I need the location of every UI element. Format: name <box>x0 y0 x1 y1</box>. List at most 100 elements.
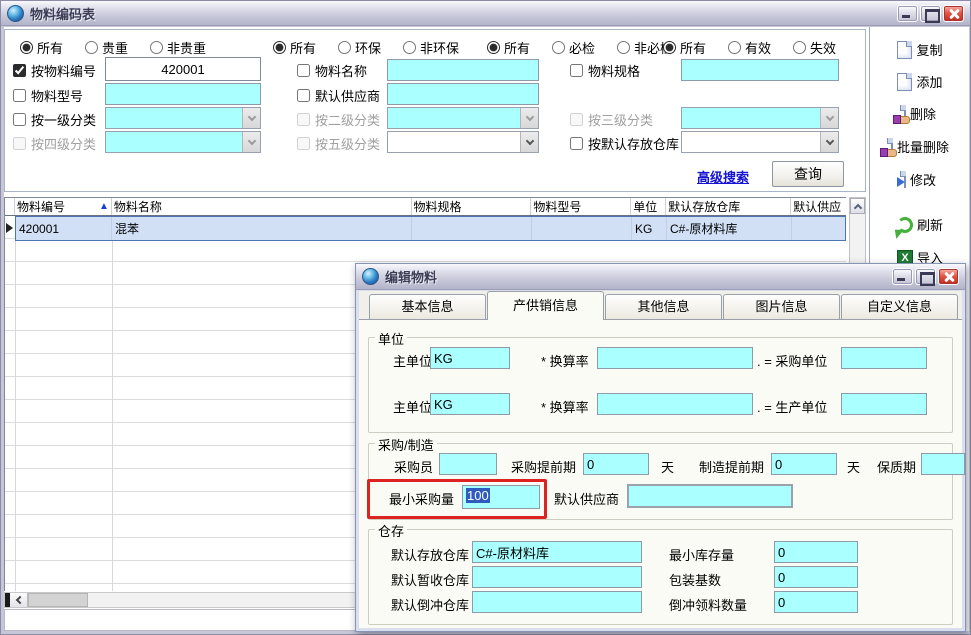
radio-invalid[interactable]: 失效 <box>793 38 836 57</box>
radio-icon[interactable] <box>793 41 806 54</box>
buyer-input[interactable] <box>439 453 497 475</box>
col-material-model[interactable]: 物料型号 <box>531 198 631 215</box>
refresh-button[interactable]: 刷新 <box>870 215 970 234</box>
check-by-material-code[interactable]: 按物料编号 <box>13 61 96 80</box>
material-spec-input[interactable] <box>681 59 839 81</box>
radio-not-valuable[interactable]: 非贵重 <box>150 38 206 57</box>
temp-receive-warehouse-input[interactable] <box>472 566 642 588</box>
production-rate-input[interactable] <box>597 393 753 415</box>
tab-picture-info[interactable]: 图片信息 <box>723 294 840 319</box>
material-name-input[interactable] <box>387 59 539 81</box>
modify-button[interactable]: 修改 <box>870 170 970 189</box>
purchase-lead-input[interactable] <box>583 453 649 475</box>
radio-all-1[interactable]: 所有 <box>20 38 63 57</box>
check-level3-category[interactable]: 按三级分类 <box>570 110 653 129</box>
radio-icon[interactable] <box>20 41 33 54</box>
radio-all-3[interactable]: 所有 <box>487 38 530 57</box>
purchase-rate-input[interactable] <box>597 347 753 369</box>
checkbox[interactable] <box>570 137 583 150</box>
dialog-close-button[interactable] <box>938 268 959 285</box>
advanced-search-link[interactable]: 高级搜索 <box>697 167 749 186</box>
check-material-model[interactable]: 物料型号 <box>13 86 83 105</box>
level5-category-dropdown[interactable] <box>387 131 539 153</box>
col-default-supplier[interactable]: 默认供应 <box>791 198 846 215</box>
material-code-input[interactable] <box>105 57 261 81</box>
min-stock-input[interactable] <box>774 541 858 563</box>
checkbox[interactable] <box>13 89 26 102</box>
min-purchase-input[interactable]: 100 <box>462 485 540 509</box>
tab-custom-info[interactable]: 自定义信息 <box>841 294 958 319</box>
dialog-maximize-button[interactable] <box>915 268 936 285</box>
check-default-warehouse[interactable]: 按默认存放仓库 <box>570 134 679 153</box>
col-material-name[interactable]: 物料名称 <box>112 198 412 215</box>
radio-icon[interactable] <box>552 41 565 54</box>
col-unit[interactable]: 单位 <box>631 198 666 215</box>
check-level5-category[interactable]: 按五级分类 <box>297 134 380 153</box>
check-material-spec[interactable]: 物料规格 <box>570 61 640 80</box>
radio-icon[interactable] <box>487 41 500 54</box>
radio-icon[interactable] <box>150 41 163 54</box>
hscroll-thumb[interactable] <box>28 593 88 607</box>
level1-category-dropdown[interactable] <box>105 107 261 129</box>
shelf-life-input[interactable] <box>921 453 965 475</box>
chevron-down-icon[interactable] <box>520 132 538 152</box>
main-unit-input-1[interactable] <box>430 347 510 369</box>
backflush-qty-input[interactable] <box>774 591 858 613</box>
radio-icon[interactable] <box>403 41 416 54</box>
radio-not-eco[interactable]: 非环保 <box>403 38 459 57</box>
maximize-button[interactable] <box>920 5 941 22</box>
check-default-supplier[interactable]: 默认供应商 <box>297 86 380 105</box>
check-level4-category[interactable]: 按四级分类 <box>13 134 96 153</box>
radio-eco[interactable]: 环保 <box>338 38 381 57</box>
radio-all-2[interactable]: 所有 <box>273 38 316 57</box>
col-material-spec[interactable]: 物料规格 <box>412 198 532 215</box>
delete-button[interactable]: 删除 <box>870 104 970 123</box>
radio-must-inspect[interactable]: 必检 <box>552 38 595 57</box>
checkbox[interactable] <box>570 64 583 77</box>
scroll-left-button[interactable] <box>10 593 28 607</box>
checkbox[interactable] <box>297 89 310 102</box>
radio-icon[interactable] <box>85 41 98 54</box>
main-titlebar[interactable]: 物料编码表 <box>1 1 970 26</box>
main-unit-input-2[interactable] <box>430 393 510 415</box>
tab-other-info[interactable]: 其他信息 <box>605 294 722 319</box>
add-button[interactable]: 添加 <box>870 72 970 91</box>
radio-valid[interactable]: 有效 <box>728 38 771 57</box>
checkbox[interactable] <box>297 64 310 77</box>
default-supplier-input[interactable] <box>387 83 539 105</box>
batch-delete-button[interactable]: 批量删除 <box>870 137 970 156</box>
tab-supply-info[interactable]: 产供销信息 <box>487 291 604 320</box>
radio-icon[interactable] <box>617 41 630 54</box>
tab-basic-info[interactable]: 基本信息 <box>369 294 486 319</box>
table-row[interactable]: 420001 混苯 KG C#-原材料库 <box>15 216 846 241</box>
check-level1-category[interactable]: 按一级分类 <box>13 110 96 129</box>
dialog-minimize-button[interactable] <box>892 268 913 285</box>
checkbox[interactable] <box>13 64 26 77</box>
backflush-warehouse-input[interactable] <box>472 591 642 613</box>
radio-icon[interactable] <box>338 41 351 54</box>
table-header[interactable]: 物料编号▲ 物料名称 物料规格 物料型号 单位 默认存放仓库 默认供应 <box>5 198 846 216</box>
query-button[interactable]: 查询 <box>772 161 844 187</box>
dlg-supplier-input[interactable] <box>627 484 793 508</box>
default-warehouse-dropdown[interactable] <box>681 131 839 153</box>
check-level2-category[interactable]: 按二级分类 <box>297 110 380 129</box>
close-button[interactable] <box>943 5 964 22</box>
checkbox[interactable] <box>13 113 26 126</box>
production-unit-input[interactable] <box>841 393 927 415</box>
dialog-titlebar[interactable]: 编辑物料 <box>356 264 965 290</box>
mfg-lead-input[interactable] <box>771 453 837 475</box>
radio-valuable[interactable]: 贵重 <box>85 38 128 57</box>
minimize-button[interactable] <box>897 5 918 22</box>
scroll-up-button[interactable] <box>850 198 865 214</box>
material-model-input[interactable] <box>105 83 261 105</box>
copy-button[interactable]: 复制 <box>870 40 970 59</box>
chevron-down-icon[interactable] <box>242 108 260 128</box>
radio-icon[interactable] <box>273 41 286 54</box>
radio-icon[interactable] <box>728 41 741 54</box>
chevron-down-icon[interactable] <box>820 132 838 152</box>
col-material-code[interactable]: 物料编号▲ <box>15 198 112 215</box>
radio-icon[interactable] <box>663 41 676 54</box>
check-material-name[interactable]: 物料名称 <box>297 61 367 80</box>
package-base-input[interactable] <box>774 566 858 588</box>
radio-all-4[interactable]: 所有 <box>663 38 706 57</box>
